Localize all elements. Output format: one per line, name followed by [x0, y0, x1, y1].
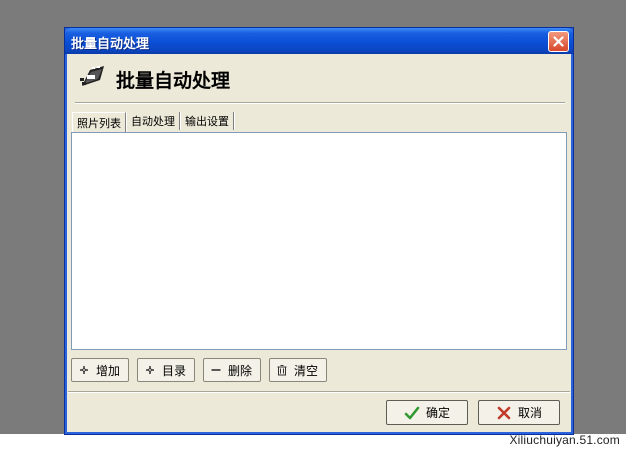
cancel-button[interactable]: 取消: [478, 400, 560, 425]
cross-icon: [497, 406, 511, 419]
list-toolbar: 增加 目录 删除 清空: [71, 358, 328, 382]
checkmark-icon: [404, 406, 420, 419]
delete-button-label: 删除: [228, 363, 253, 378]
tab-photo-list[interactable]: 照片列表: [72, 112, 126, 132]
close-button[interactable]: [548, 31, 569, 52]
film-roll-icon: [80, 66, 104, 86]
plus-icon: [146, 366, 155, 374]
title-bar[interactable]: 批量自动处理: [65, 28, 573, 54]
dialog-body: 批量自动处理 照片列表 自动处理 输出设置 增加 目录 删除 清空 确定 取消: [68, 54, 570, 432]
tab-strip: 照片列表 自动处理 输出设置: [72, 112, 235, 132]
tab-output-settings[interactable]: 输出设置: [181, 112, 234, 130]
photo-list[interactable]: [71, 132, 567, 350]
delete-button[interactable]: 删除: [203, 358, 262, 382]
minus-icon: [211, 369, 221, 371]
add-button[interactable]: 增加: [71, 358, 130, 382]
tab-auto-process[interactable]: 自动处理: [127, 112, 180, 130]
window-title: 批量自动处理: [71, 37, 150, 52]
plus-icon: [80, 366, 88, 374]
ok-button-label: 确定: [425, 406, 450, 420]
trash-icon: [277, 365, 287, 376]
directory-button[interactable]: 目录: [137, 358, 196, 382]
footer-divider: [68, 391, 570, 393]
watermark: Xiliuchuiyan.51.com: [509, 433, 620, 447]
close-icon: [553, 36, 564, 47]
ok-button[interactable]: 确定: [386, 400, 468, 425]
clear-button-label: 清空: [294, 363, 319, 378]
batch-process-dialog: 批量自动处理 批量自动处理 照片列表 自动处理 输出设置 增加 目录 删除 清空…: [64, 27, 574, 435]
cancel-button-label: 取消: [517, 406, 542, 420]
dialog-actions: 确定 取消: [386, 400, 560, 425]
directory-button-label: 目录: [162, 363, 187, 378]
header-divider: [75, 102, 565, 104]
header-title: 批量自动处理: [116, 70, 231, 92]
dialog-header: 批量自动处理: [68, 54, 570, 106]
add-button-label: 增加: [96, 363, 121, 378]
clear-button[interactable]: 清空: [269, 358, 328, 382]
